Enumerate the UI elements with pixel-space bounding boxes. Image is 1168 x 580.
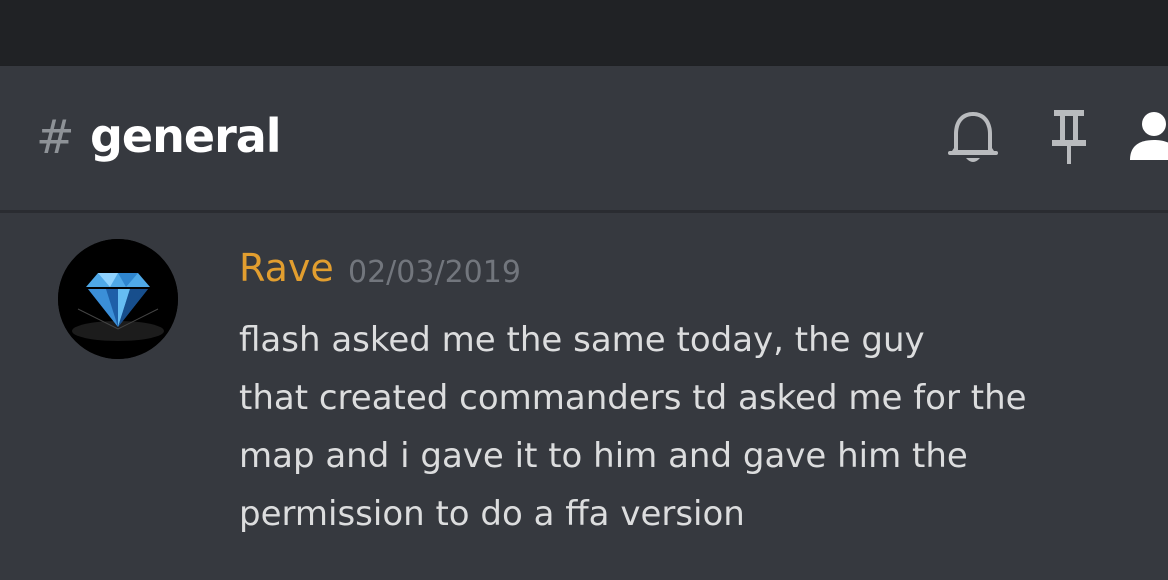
channel-hash-icon: #: [36, 110, 75, 164]
message-line: permission to do a ffa version: [239, 494, 745, 534]
message-item: Rave 02/03/2019 flash asked me the same …: [0, 213, 1168, 580]
bell-icon[interactable]: [946, 108, 1000, 166]
message-line: flash asked me the same today, the guy: [239, 320, 925, 360]
status-bar: [0, 0, 1168, 66]
message-line: that created commanders td asked me for …: [239, 378, 1027, 418]
message-content: flash asked me the same today, the guy t…: [239, 311, 1139, 543]
channel-header: # general: [0, 66, 1168, 213]
avatar[interactable]: [58, 239, 178, 359]
channel-name[interactable]: general: [90, 110, 282, 162]
message-list: Rave 02/03/2019 flash asked me the same …: [0, 213, 1168, 580]
pin-icon[interactable]: [1048, 108, 1090, 166]
message-timestamp: 02/03/2019: [348, 255, 521, 290]
username[interactable]: Rave: [239, 243, 334, 293]
message-line: map and i gave it to him and gave him th…: [239, 436, 968, 476]
diamond-icon: [58, 239, 178, 359]
members-icon[interactable]: [1128, 110, 1168, 162]
